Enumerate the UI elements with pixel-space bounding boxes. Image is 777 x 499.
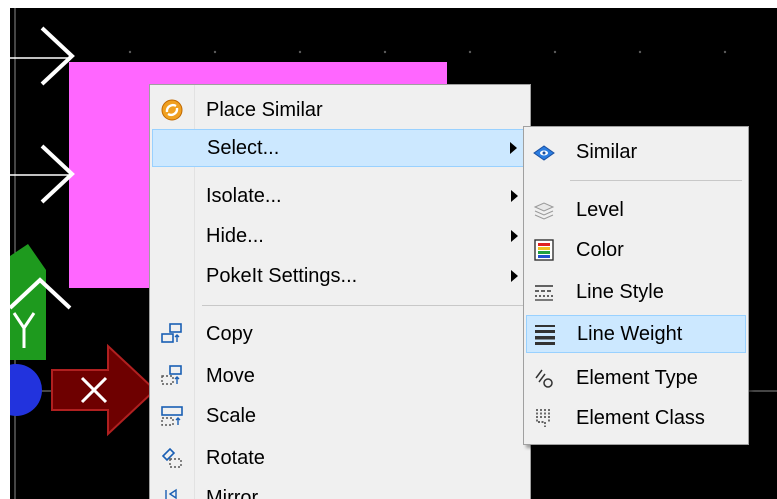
menu-item-label: Scale	[206, 404, 257, 427]
menu-item-move[interactable]: Move	[152, 357, 528, 395]
menu-item-label: Rotate	[206, 446, 265, 469]
copy-icon	[160, 322, 184, 346]
submenu-item-label: Color	[576, 238, 624, 261]
menu-item-isolate[interactable]: Isolate...	[152, 177, 528, 215]
menu-item-copy[interactable]: Copy	[152, 315, 528, 353]
submenu-item-label: Line Weight	[577, 322, 683, 345]
red-arrow-shape	[51, 343, 157, 437]
select-submenu: Similar Level Color Line Style Line Weig…	[523, 126, 749, 445]
menu-item-select[interactable]: Select...	[152, 129, 528, 167]
submenu-item-element-class[interactable]: Element Class	[526, 399, 746, 437]
line-style-icon	[532, 280, 556, 304]
white-arrow-top	[40, 26, 75, 86]
submenu-item-level[interactable]: Level	[526, 191, 746, 229]
submenu-item-label: Element Class	[576, 406, 705, 429]
submenu-arrow-icon	[511, 190, 518, 202]
cad-viewport[interactable]: Place Similar Select... Isolate... Hide.…	[0, 0, 777, 499]
submenu-item-line-weight[interactable]: Line Weight	[526, 315, 746, 353]
context-menu: Place Similar Select... Isolate... Hide.…	[149, 84, 531, 499]
menu-item-scale[interactable]: Scale	[152, 397, 528, 435]
element-type-icon	[532, 366, 556, 390]
scale-icon	[160, 404, 184, 428]
menu-item-label: Isolate...	[206, 184, 282, 207]
mirror-icon	[160, 486, 184, 499]
menu-item-label: Move	[206, 364, 255, 387]
submenu-item-line-style[interactable]: Line Style	[526, 273, 746, 311]
level-icon	[532, 198, 556, 222]
menu-item-label: Place Similar	[206, 98, 323, 121]
submenu-arrow-icon	[511, 270, 518, 282]
menu-item-pokeit-settings[interactable]: PokeIt Settings...	[152, 257, 528, 295]
submenu-item-label: Line Style	[576, 280, 664, 303]
white-arrow-middle	[40, 144, 75, 204]
move-icon	[160, 364, 184, 388]
submenu-separator	[570, 180, 742, 181]
menu-item-label: Select...	[207, 136, 280, 159]
submenu-item-element-type[interactable]: Element Type	[526, 359, 746, 397]
line-weight-icon	[533, 322, 557, 346]
menu-separator	[202, 305, 526, 306]
menu-item-rotate[interactable]: Rotate	[152, 439, 528, 477]
color-icon	[532, 238, 556, 262]
place-similar-icon	[160, 98, 184, 122]
element-class-icon	[532, 406, 556, 430]
submenu-item-color[interactable]: Color	[526, 231, 746, 269]
menu-item-mirror[interactable]: Mirror	[152, 479, 528, 499]
submenu-arrow-icon	[511, 230, 518, 242]
rotate-icon	[160, 446, 184, 470]
submenu-arrow-icon	[510, 142, 517, 154]
menu-item-label: Mirror	[206, 486, 259, 499]
blue-circle	[10, 364, 42, 416]
menu-item-label: PokeIt Settings...	[206, 264, 358, 287]
submenu-item-label: Level	[576, 198, 624, 221]
select-similar-icon	[532, 140, 556, 164]
menu-item-hide[interactable]: Hide...	[152, 217, 528, 255]
submenu-item-label: Element Type	[576, 366, 698, 389]
menu-item-place-similar[interactable]: Place Similar	[152, 91, 528, 129]
submenu-item-similar[interactable]: Similar	[526, 133, 746, 171]
submenu-item-label: Similar	[576, 140, 638, 163]
menu-item-label: Hide...	[206, 224, 264, 247]
menu-item-label: Copy	[206, 322, 253, 345]
